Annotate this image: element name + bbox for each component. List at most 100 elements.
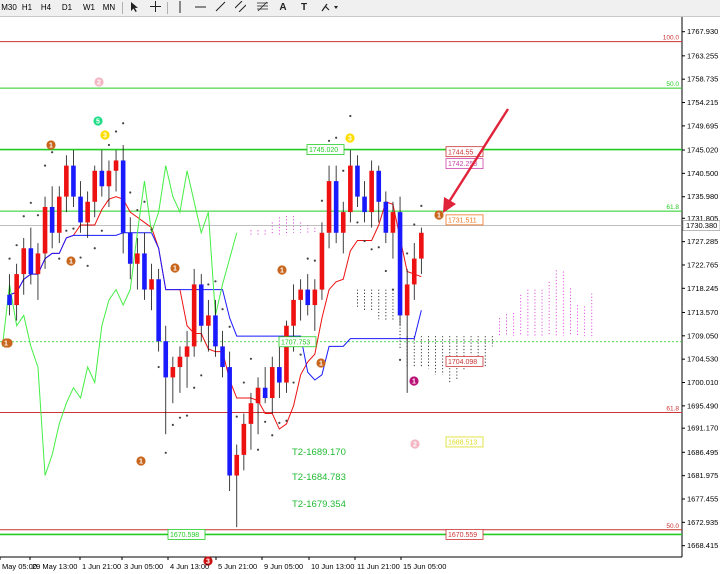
candle-body	[56, 196, 62, 233]
sar-dot	[356, 221, 359, 224]
candle-body	[277, 367, 282, 383]
y-tick-label: 1713.570	[687, 308, 718, 317]
x-tick-label: 15 Jun 05:00	[403, 562, 446, 571]
y-tick-label: 1704.530	[687, 355, 718, 364]
candle-body	[78, 196, 83, 223]
candle-body	[35, 253, 41, 275]
text-icon[interactable]: A	[278, 1, 288, 15]
sar-dot	[193, 386, 196, 389]
toolbar-separator	[167, 2, 168, 14]
target-label: T2-1679.354	[292, 499, 346, 510]
y-tick-label: 1681.975	[687, 471, 718, 480]
signal-marker-label: 5	[96, 119, 100, 126]
timeframe-mn[interactable]: MN	[101, 2, 117, 14]
signal-marker-label: 1	[4, 341, 8, 348]
candle-body	[319, 232, 325, 290]
sar-dot	[22, 215, 25, 218]
price-chart[interactable]: 100.050.061.861.850.0 25313111111111231 …	[0, 17, 720, 574]
sar-dot	[271, 434, 274, 437]
sar-dot	[36, 214, 40, 217]
sar-dot	[306, 257, 309, 260]
candle-body	[113, 160, 119, 171]
signal-marker-label: 3	[348, 136, 352, 143]
candle-body	[220, 346, 225, 368]
x-tick-label: 10 Jun 13:00	[311, 562, 354, 571]
candle-body	[191, 284, 197, 347]
time-axis: May 05:0029 May 13:00 1 Jun 21:00 3 Jun 05…	[0, 557, 446, 571]
fibonacci-icon[interactable]	[256, 1, 268, 15]
candle-body	[14, 274, 19, 306]
signal-marker-label: 1	[319, 361, 323, 368]
sar-dot	[200, 374, 203, 377]
y-tick-label: 1718.245	[687, 284, 718, 293]
sar-dot	[129, 191, 132, 194]
x-tick-label: 4 Jun 13:00	[170, 562, 209, 571]
x-tick-label: 11 Jun 21:00	[357, 562, 400, 571]
sar-dot	[242, 381, 245, 384]
sar-dot	[143, 200, 146, 203]
candle-body	[135, 253, 140, 264]
sar-dot	[58, 257, 61, 260]
sar-dot	[278, 421, 281, 424]
shapes-icon[interactable]	[319, 1, 341, 15]
timeframe-w1[interactable]: W1	[81, 2, 97, 14]
sar-dot	[185, 414, 189, 417]
candle-body	[419, 232, 424, 259]
crosshair-icon[interactable]	[149, 1, 161, 15]
candle-body	[248, 403, 254, 424]
candle-body	[92, 170, 98, 202]
sar-dot	[107, 143, 111, 147]
candle-body	[99, 170, 105, 187]
candle-body	[241, 423, 247, 455]
y-tick-label: 1745.020	[687, 146, 718, 155]
sar-dot	[228, 325, 231, 328]
candle-body	[49, 206, 55, 233]
candle-body	[127, 232, 133, 264]
level-label: 61.8	[666, 204, 679, 211]
candle-body	[411, 258, 417, 285]
signal-marker-label: 3	[103, 133, 107, 140]
y-tick-label: 1672.935	[687, 518, 718, 527]
trendline-icon[interactable]	[214, 1, 226, 15]
y-tick-label: 1727.285	[687, 237, 718, 246]
level-label: 50.0	[666, 81, 679, 88]
horizontal-line-icon[interactable]	[194, 1, 206, 15]
timeframe-h1[interactable]: H1	[20, 2, 34, 14]
sar-dot	[327, 139, 331, 142]
candle-body	[284, 325, 289, 383]
signal-marker-label: 2	[97, 80, 101, 87]
candle-body	[404, 284, 410, 316]
toolbar-separator	[122, 2, 123, 14]
sar-dot	[285, 419, 288, 422]
candle-body	[85, 201, 90, 223]
candle-body	[213, 315, 218, 347]
candle-body	[390, 212, 396, 233]
channel-icon[interactable]	[234, 0, 246, 15]
target-label: T2-1684.783	[292, 472, 346, 483]
candle-body	[340, 212, 346, 233]
candle-body	[305, 289, 311, 306]
candle-body	[312, 289, 318, 306]
candle-body	[106, 170, 112, 187]
timeframe-h4[interactable]: H4	[39, 2, 53, 14]
candle-body	[383, 201, 389, 233]
sar-dot	[342, 169, 345, 172]
timeframe-m30[interactable]: M30	[1, 2, 17, 14]
sar-dot	[171, 423, 174, 427]
candle-body	[64, 165, 69, 197]
sar-dot	[406, 252, 409, 255]
vertical-line-icon[interactable]	[176, 1, 184, 15]
candle-body	[234, 454, 240, 476]
timeframe-d1[interactable]: D1	[60, 2, 74, 14]
sar-dot	[8, 257, 11, 260]
candle-body	[177, 356, 183, 368]
sar-dot	[235, 415, 238, 418]
current-price-label: 1730.380	[686, 221, 717, 230]
sar-dot	[29, 201, 32, 204]
label-icon[interactable]: T	[299, 1, 309, 15]
signal-marker-label: 1	[49, 143, 53, 150]
cursor-icon[interactable]	[129, 1, 141, 15]
sar-dot	[335, 136, 338, 139]
sar-dot	[86, 264, 89, 267]
sar-dot	[420, 204, 423, 208]
